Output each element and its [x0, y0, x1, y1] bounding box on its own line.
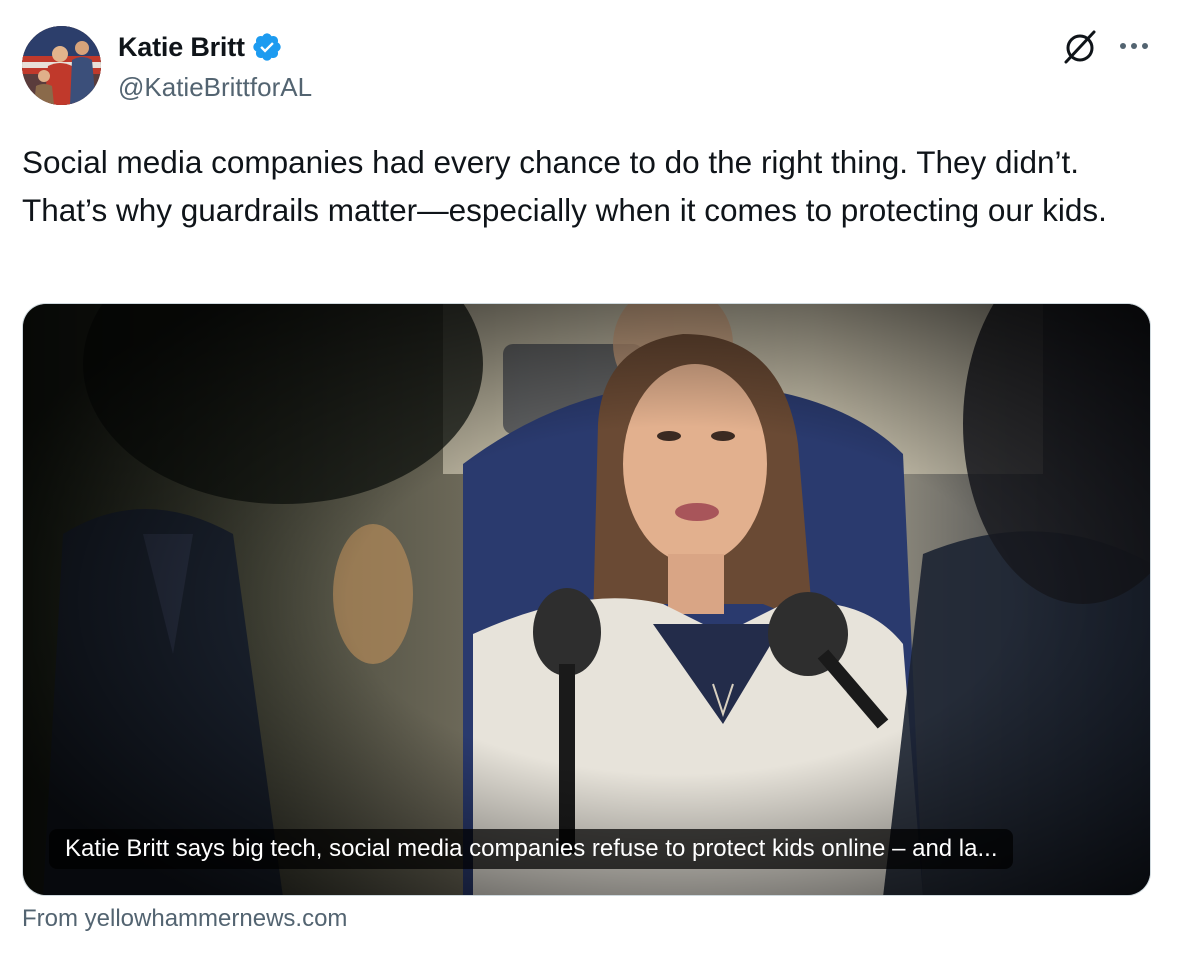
avatar[interactable]: [22, 26, 101, 105]
author-handle[interactable]: @KatieBrittforAL: [118, 72, 312, 103]
verified-badge-icon: [251, 31, 283, 63]
author-name-row: Katie Britt: [118, 30, 283, 64]
card-image: [23, 304, 1150, 895]
tweet: Katie Britt @KatieBrittforAL Social medi…: [0, 0, 1184, 964]
grok-icon[interactable]: [1060, 27, 1100, 67]
more-options-icon[interactable]: [1116, 34, 1152, 58]
author-name[interactable]: Katie Britt: [118, 32, 245, 63]
link-card[interactable]: Katie Britt says big tech, social media …: [22, 303, 1151, 896]
tweet-text: Social media companies had every chance …: [22, 144, 1107, 228]
card-caption: Katie Britt says big tech, social media …: [49, 829, 1014, 869]
card-source-link[interactable]: From yellowhammernews.com: [22, 905, 347, 933]
